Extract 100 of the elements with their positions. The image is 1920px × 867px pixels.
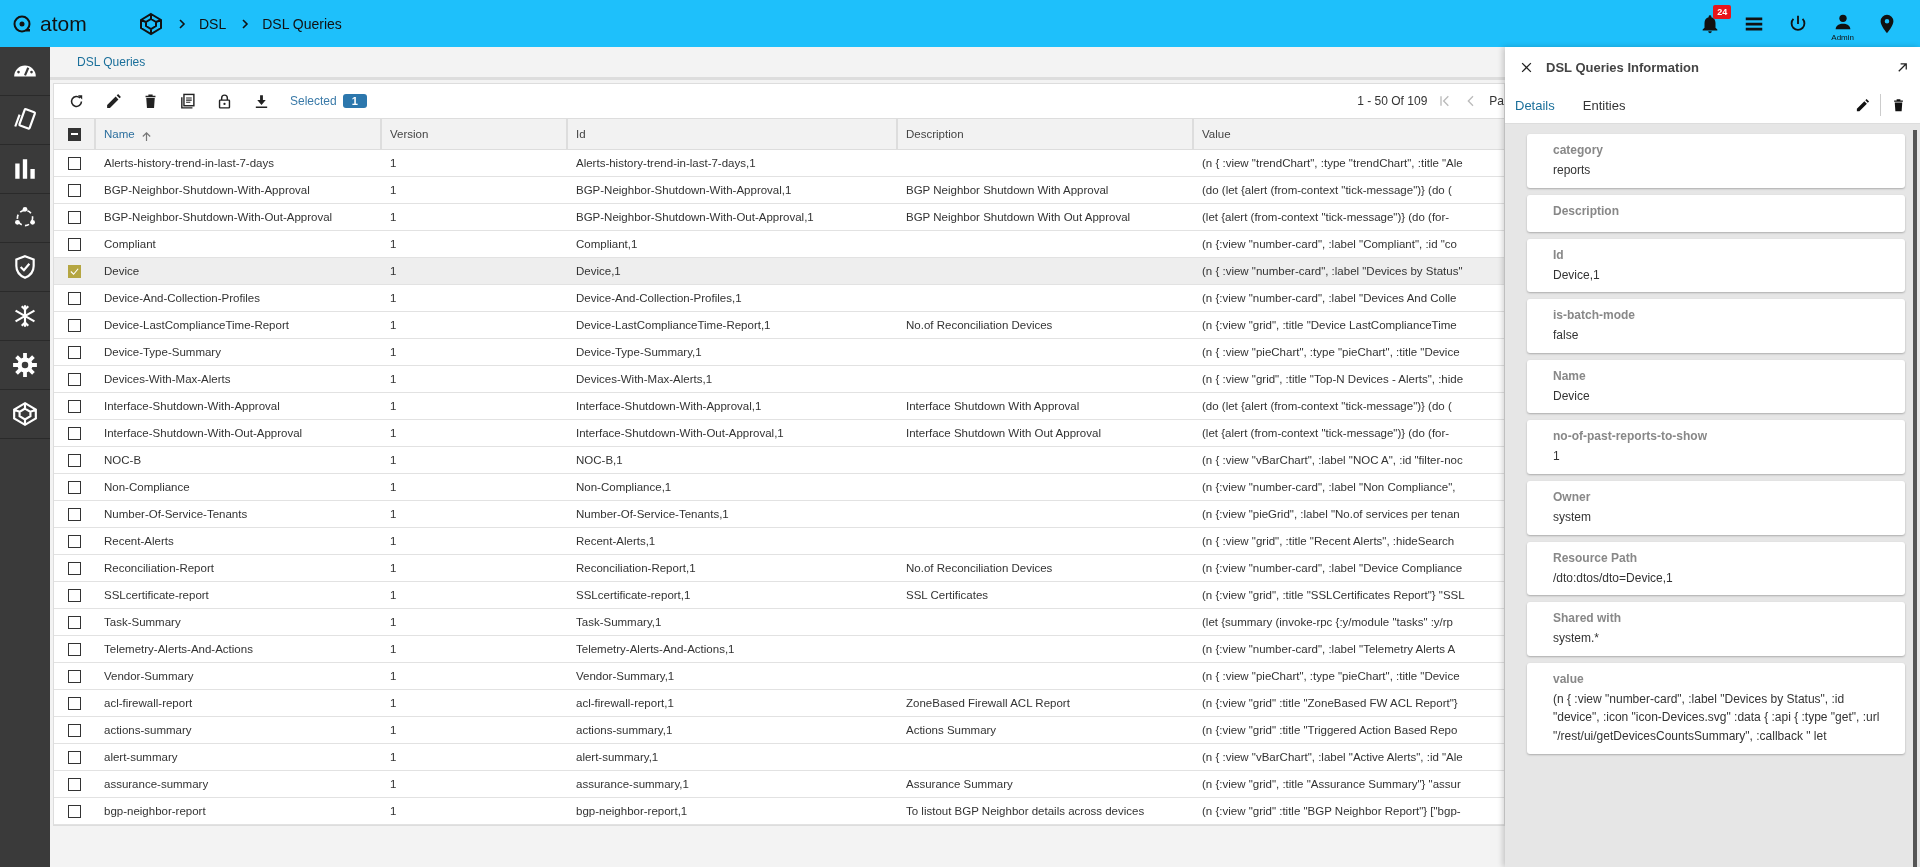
table-row[interactable]: SSLcertificate-report 1 SSLcertificate-report,1 SSL Certificates (n {:view "grid", :title "SSLCertificates Report"} "SSL [54,582,1504,609]
row-checkbox[interactable] [67,750,81,764]
field-label: Shared with [1553,611,1622,626]
name-cell: Telemetry-Alerts-And-Actions [104,643,253,655]
breadcrumb-link[interactable]: DSL [199,15,227,32]
row-checkbox[interactable] [67,210,81,224]
table-row[interactable]: Non-Compliance 1 Non-Compliance,1 (n {:view "number-card", :label "Non Compliance", [54,474,1504,501]
table-row[interactable]: Vendor-Summary 1 Vendor-Summary,1 (n { :view "pieChart", :type "pieChart", :title "Device [54,663,1504,690]
row-checkbox[interactable] [67,291,81,305]
row-checkbox[interactable] [67,480,81,494]
id-cell: acl-firewall-report,1 [576,697,674,709]
id-cell: Device-Type-Summary,1 [576,346,702,358]
table-row[interactable]: Devices-With-Max-Alerts 1 Devices-With-Max-Alerts,1 (n { :view "grid", :title "Top-N Devices - Alerts", :hide [54,366,1504,393]
table-row[interactable]: Telemetry-Alerts-And-Actions 1 Telemetry-Alerts-And-Actions,1 (n {:view "number-card", :label "Telemetry Alerts A [54,636,1504,663]
download-icon[interactable] [253,92,270,110]
column-header[interactable]: Value [1202,128,1231,140]
table-row[interactable]: NOC-B 1 NOC-B,1 (n { :view "vBarChart", :label "NOC A", :id "filter-noc [54,447,1504,474]
settings-icon[interactable] [12,352,38,378]
pagination-range: 1 - 50 Of 109 [1357,94,1428,108]
row-checkbox[interactable] [67,318,81,332]
name-cell: Device-Type-Summary [104,346,221,358]
table-row[interactable]: Interface-Shutdown-With-Out-Approval 1 Interface-Shutdown-With-Out-Approval,1 Interface Shutdown With Out Approval (let {alert (from-context "tick-message")} (do (for- [54,420,1504,447]
id-cell: bgp-neighbor-report,1 [576,805,688,817]
shield-check-icon[interactable] [12,254,38,280]
snowflake-icon[interactable] [12,303,38,329]
row-checkbox[interactable] [67,507,81,521]
delete-icon[interactable] [1891,97,1906,113]
column-header[interactable]: Id [576,128,586,140]
version-cell: 1 [390,751,397,763]
tablet-icon[interactable] [12,107,38,133]
refresh-icon[interactable] [68,92,85,110]
cube-icon[interactable] [139,11,163,36]
select-all-checkbox[interactable] [67,127,81,141]
column-header[interactable]: Name [104,128,135,140]
lock-icon[interactable] [216,92,233,110]
row-checkbox[interactable] [67,183,81,197]
table-row[interactable]: Device-Type-Summary 1 Device-Type-Summary,1 (n { :view "pieChart", :type "pieChart", :title "Device [54,339,1504,366]
id-cell: BGP-Neighbor-Shutdown-With-Out-Approval,1 [576,211,814,223]
panel-tab[interactable]: Details [1515,91,1569,119]
table-row[interactable]: Alerts-history-trend-in-last-7-days 1 Alerts-history-trend-in-last-7-days,1 (n { :view "trendChart", :type "trendChart", :title "Ale [54,150,1504,177]
table-row[interactable]: BGP-Neighbor-Shutdown-With-Approval 1 BGP-Neighbor-Shutdown-With-Approval,1 BGP Neighbor Shutdown With Approval (do (let {alert (from-context "tick-message")} (do ( [54,177,1504,204]
description-cell: Assurance Summary [906,778,1013,790]
row-checkbox[interactable] [67,453,81,467]
row-checkbox[interactable] [67,372,81,386]
row-checkbox[interactable] [67,804,81,818]
value-cell: (n { :view "pieChart", :type "pieChart", :title "Device [1202,346,1460,358]
value-cell: (do (let {alert (from-context "tick-message")} (do ( [1202,184,1452,196]
row-checkbox[interactable] [67,264,81,278]
row-checkbox[interactable] [67,237,81,251]
row-checkbox[interactable] [67,399,81,413]
edit-icon[interactable] [1855,97,1870,113]
table-row[interactable]: Number-Of-Service-Tenants 1 Number-Of-Service-Tenants,1 (n {:view "pieGrid", :label "No.of services per tenan [54,501,1504,528]
table-row[interactable]: Interface-Shutdown-With-Approval 1 Interface-Shutdown-With-Approval,1 Interface Shutdown With Approval (do (let {alert (from-context "tick-message")} (do ( [54,393,1504,420]
row-checkbox[interactable] [67,777,81,791]
row-checkbox[interactable] [67,588,81,602]
row-checkbox[interactable] [67,426,81,440]
table-row[interactable]: Device-LastComplianceTime-Report 1 Device-LastComplianceTime-Report,1 No.of Reconciliation Devices (n {:view "grid", :title "Device LastComplianceTime [54,312,1504,339]
row-checkbox[interactable] [67,723,81,737]
field-label: no-of-past-reports-to-show [1553,429,1708,444]
value-cell: (n { :view "number-card", :label "Devices by Status" [1202,265,1463,277]
row-checkbox[interactable] [67,534,81,548]
scrollbar-thumb[interactable] [1913,130,1917,867]
column-header[interactable]: Version [390,128,429,140]
version-cell: 1 [390,184,397,196]
page-tab[interactable]: DSL Queries [77,55,146,69]
table-row[interactable]: acl-firewall-report 1 acl-firewall-report,1 ZoneBased Firewall ACL Report (n {:view "grid" :title "ZoneBased FW ACL Report"} [54,690,1504,717]
value-cell: (let {summary (invoke-rpc {:y/module "tasks" :y/rp [1202,616,1454,628]
edit-icon[interactable] [105,92,122,110]
value-cell: (n {:view "number-card", :label "Compliant", :id "co [1202,238,1457,250]
table-row[interactable]: Device-And-Collection-Profiles 1 Device-And-Collection-Profiles,1 (n {:view "number-card", :label "Devices And Colle [54,285,1504,312]
row-checkbox[interactable] [67,669,81,683]
table-row[interactable]: actions-summary 1 actions-summary,1 Actions Summary (n {:view "grid" :title "Triggered Action Based Repo [54,717,1504,744]
table-row[interactable]: Device 1 Device,1 (n { :view "number-card", :label "Devices by Status" [54,258,1504,285]
row-checkbox[interactable] [67,561,81,575]
table-row[interactable]: assurance-summary 1 assurance-summary,1 Assurance Summary (n {:view "grid", :title "Assurance Summary"} "assur [54,771,1504,798]
panel-tab[interactable]: Entities [1582,91,1640,119]
sort-arrow-icon[interactable] [140,130,152,142]
row-checkbox[interactable] [67,156,81,170]
value-cell: (n {:view "grid", :title "Assurance Summary"} "assur [1202,778,1461,790]
row-checkbox[interactable] [67,642,81,656]
version-cell: 1 [390,292,397,304]
table-row[interactable]: Task-Summary 1 Task-Summary,1 (let {summary (invoke-rpc {:y/module "tasks" :y/rp [54,609,1504,636]
table-row[interactable]: BGP-Neighbor-Shutdown-With-Out-Approval 1 BGP-Neighbor-Shutdown-With-Out-Approval,1 BGP Neighbor Shutdown With Out Approval (let {alert (from-context "tick-message")} (do (for- [54,204,1504,231]
field-value: system [1553,508,1592,526]
breadcrumb-link[interactable]: DSL Queries [262,15,342,32]
table-row[interactable]: Reconciliation-Report 1 Reconciliation-Report,1 No.of Reconciliation Devices (n {:view "number-card", :label "Device Compliance [54,555,1504,582]
row-checkbox[interactable] [67,696,81,710]
version-cell: 1 [390,427,397,439]
bar-chart-icon[interactable] [12,156,38,182]
version-cell: 1 [390,211,397,223]
table-row[interactable]: bgp-neighbor-report 1 bgp-neighbor-report,1 To listout BGP Neighbor details across devices (n {:view "grid" :title "BGP Neighbor Report"} ["bgp- [54,798,1504,825]
table-row[interactable]: alert-summary 1 alert-summary,1 (n { :view "vBarChart", :label "Active Alerts", :id "Ale [54,744,1504,771]
id-cell: BGP-Neighbor-Shutdown-With-Approval,1 [576,184,792,196]
column-header[interactable]: Description [906,128,964,140]
row-checkbox[interactable] [67,345,81,359]
copy-icon[interactable] [179,92,196,110]
row-checkbox[interactable] [67,615,81,629]
value-cell: (n {:view "grid" :title "BGP Neighbor Report"} ["bgp- [1202,805,1461,817]
table-row[interactable]: Recent-Alerts 1 Recent-Alerts,1 (n { :view "grid", :title "Recent Alerts", :hideSearch [54,528,1504,555]
version-cell: 1 [390,400,397,412]
